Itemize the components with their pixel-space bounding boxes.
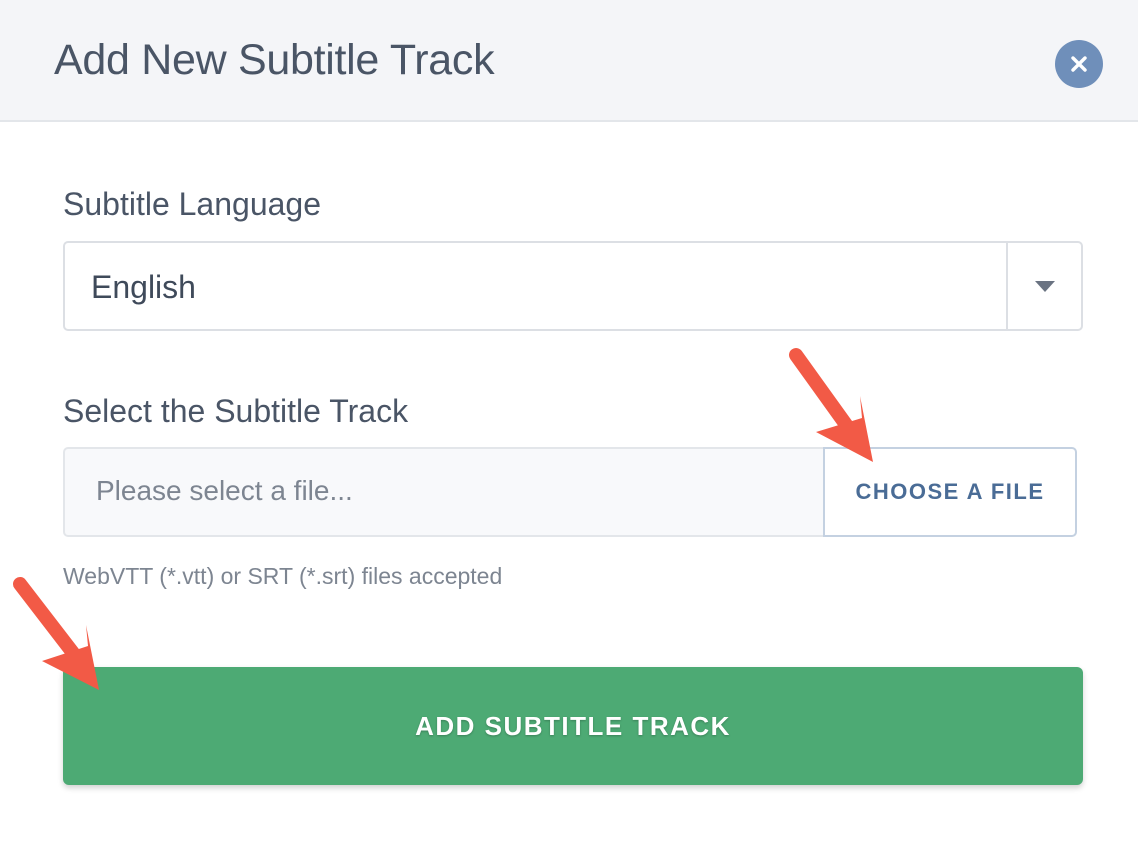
add-subtitle-track-button[interactable]: ADD SUBTITLE TRACK [63, 667, 1083, 785]
select-divider [1006, 243, 1008, 329]
close-icon [1071, 56, 1087, 72]
close-button[interactable] [1055, 40, 1103, 88]
file-picker: Please select a file... CHOOSE A FILE [63, 447, 1077, 537]
file-placeholder: Please select a file... [96, 475, 353, 506]
caret-down-icon[interactable] [1035, 281, 1055, 293]
choose-file-button[interactable]: CHOOSE A FILE [823, 447, 1077, 537]
subtitle-dialog: Add New Subtitle Track Subtitle Language… [0, 0, 1138, 854]
accepted-formats-text: WebVTT (*.vtt) or SRT (*.srt) files acce… [63, 563, 503, 589]
subtitle-language-label: Subtitle Language [63, 186, 321, 222]
file-path-input[interactable]: Please select a file... [63, 447, 825, 537]
selected-language: English [91, 269, 196, 305]
dialog-title: Add New Subtitle Track [54, 36, 495, 84]
subtitle-track-label: Select the Subtitle Track [63, 393, 409, 429]
dialog-header: Add New Subtitle Track [0, 0, 1138, 122]
subtitle-language-select[interactable]: English [63, 241, 1083, 331]
annotation-arrow-icon [789, 348, 873, 462]
